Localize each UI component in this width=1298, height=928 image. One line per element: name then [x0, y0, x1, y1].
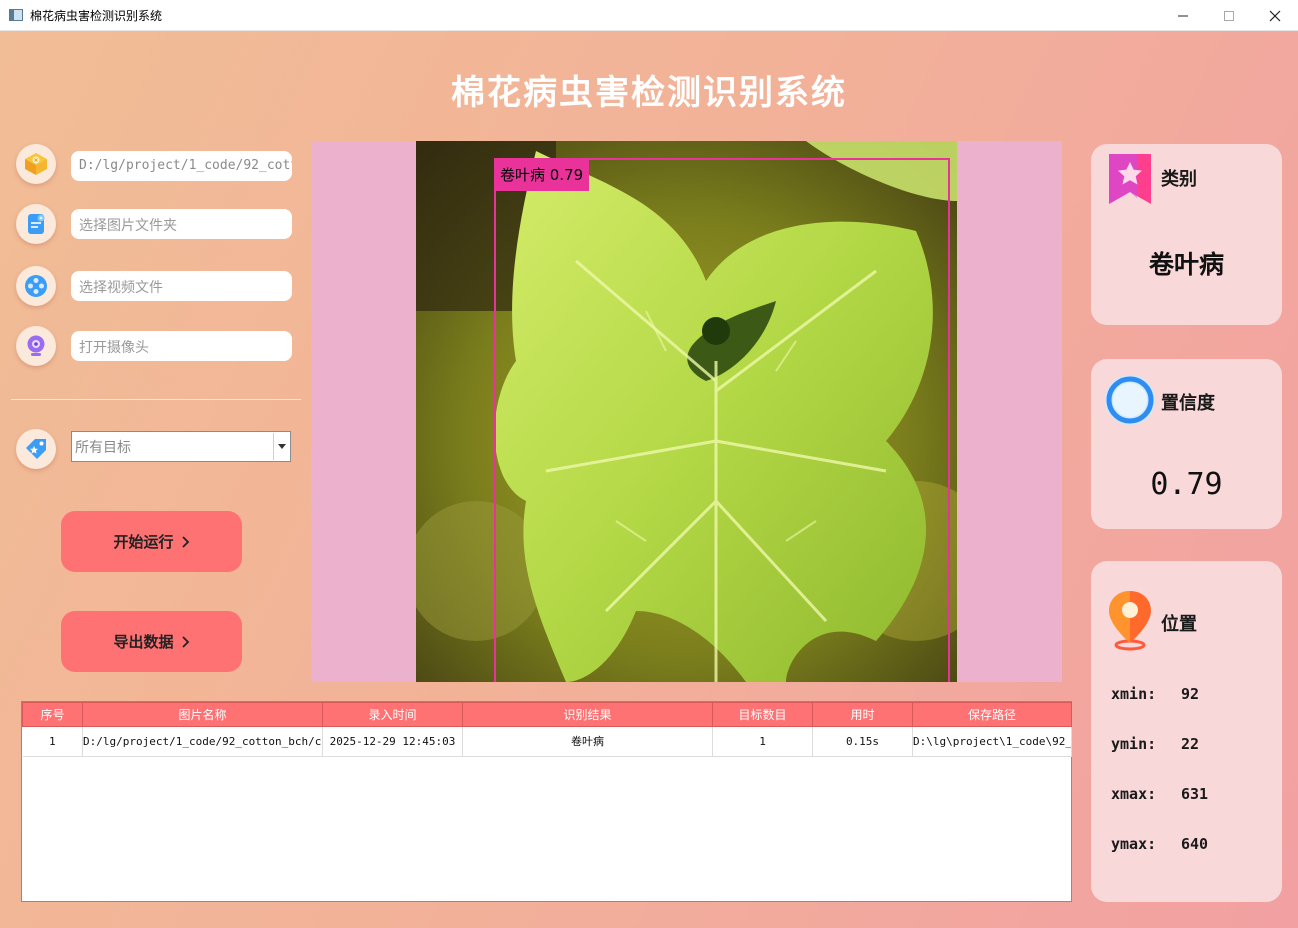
detection-label: 卷叶病 0.79 [494, 160, 590, 191]
class-card: 类别 卷叶病 [1091, 144, 1282, 325]
cell-duration[interactable]: 0.15s [812, 726, 913, 757]
target-select[interactable]: 所有目标 [71, 431, 291, 462]
confidence-card: 置信度 0.79 [1091, 359, 1282, 529]
divider [11, 399, 301, 400]
xmin-label: xmin: [1111, 685, 1157, 703]
position-title: 位置 [1161, 614, 1197, 635]
video-icon[interactable] [16, 266, 56, 306]
folder-icon[interactable] [16, 204, 56, 244]
chevron-right-icon [181, 535, 189, 548]
camera-input[interactable]: 打开摄像头 [71, 331, 292, 361]
image-file-icon[interactable] [16, 144, 56, 184]
image-path-input[interactable]: D:/lg/project/1_code/92_cotton_bch/code/… [71, 151, 292, 181]
column-header-count[interactable]: 目标数目 [712, 702, 813, 727]
cell-save-path-text: D:\lg\project\1_code\92_c… [913, 735, 1071, 748]
target-tag-icon [16, 429, 56, 469]
cell-image-name-text: D:/lg/project/1_code/92_cotton_bch/code/… [83, 735, 322, 748]
xmax-row: xmax: 631 [1111, 785, 1208, 803]
cell-time[interactable]: 2025-12-29 12:45:03 [322, 726, 463, 757]
window-titlebar: 棉花病虫害检测识别系统 [0, 0, 1298, 31]
close-icon [1269, 10, 1281, 21]
column-header-image-name[interactable]: 图片名称 [82, 702, 323, 727]
class-value: 卷叶病 [1148, 250, 1224, 279]
confidence-title: 置信度 [1161, 393, 1215, 414]
main-window: 棉花病虫害检测识别系统 D:/lg/project/1_code/92_cott… [0, 31, 1298, 928]
page-title: 棉花病虫害检测识别系统 [451, 73, 847, 113]
xmin-row: xmin: 92 [1111, 685, 1199, 703]
start-run-label: 开始运行 [113, 533, 174, 551]
ymin-label: ymin: [1111, 735, 1157, 753]
xmax-value: 631 [1181, 785, 1209, 803]
video-input[interactable]: 选择视频文件 [71, 271, 292, 301]
chevron-right-icon [181, 635, 189, 648]
minimize-icon [1178, 15, 1188, 16]
ymax-label: ymax: [1111, 835, 1157, 853]
cell-result[interactable]: 卷叶病 [462, 726, 713, 757]
folder-input[interactable]: 选择图片文件夹 [71, 209, 292, 239]
results-table[interactable]: 序号 图片名称 录入时间 识别结果 目标数目 用时 保存路径 1 D:/lg/p… [21, 701, 1072, 902]
table-header-row: 序号 图片名称 录入时间 识别结果 目标数目 用时 保存路径 [22, 702, 1072, 727]
camera-icon[interactable] [16, 326, 56, 366]
chevron-down-icon[interactable] [273, 433, 289, 460]
export-data-button[interactable]: 导出数据 [61, 611, 242, 672]
class-title: 类别 [1161, 169, 1197, 190]
confidence-icon [1105, 375, 1155, 425]
column-header-time[interactable]: 录入时间 [322, 702, 463, 727]
cell-image-name[interactable]: D:/lg/project/1_code/92_cotton_bch/code/… [82, 726, 323, 757]
column-header-save-path[interactable]: 保存路径 [912, 702, 1072, 727]
confidence-value: 0.79 [1150, 467, 1223, 502]
ymax-row: ymax: 640 [1111, 835, 1208, 853]
minimize-button[interactable] [1160, 0, 1206, 31]
target-select-value: 所有目标 [75, 440, 131, 456]
cell-save-path[interactable]: D:\lg\project\1_code\92_c… [912, 726, 1072, 757]
detection-image-panel: 卷叶病 0.79 [311, 141, 1062, 682]
export-data-label: 导出数据 [113, 633, 174, 651]
detection-bounding-box [494, 158, 950, 682]
start-run-button[interactable]: 开始运行 [61, 511, 242, 572]
cell-index[interactable]: 1 [22, 726, 83, 757]
bookmark-star-icon [1109, 154, 1151, 204]
app-icon [9, 9, 23, 21]
cell-count[interactable]: 1 [712, 726, 813, 757]
column-header-index[interactable]: 序号 [22, 702, 83, 727]
close-button[interactable] [1252, 0, 1298, 31]
maximize-button[interactable] [1206, 0, 1252, 31]
column-header-duration[interactable]: 用时 [812, 702, 913, 727]
location-pin-icon [1109, 591, 1151, 651]
ymax-value: 640 [1181, 835, 1209, 853]
position-card: 位置 xmin: 92 ymin: 22 xmax: 631 ymax: 640 [1091, 561, 1282, 902]
xmin-value: 92 [1181, 685, 1200, 703]
ymin-row: ymin: 22 [1111, 735, 1199, 753]
table-row[interactable]: 1 D:/lg/project/1_code/92_cotton_bch/cod… [22, 726, 1072, 757]
column-header-result[interactable]: 识别结果 [462, 702, 713, 727]
xmax-label: xmax: [1111, 785, 1157, 803]
maximize-icon [1224, 10, 1234, 21]
window-title: 棉花病虫害检测识别系统 [30, 9, 163, 23]
ymin-value: 22 [1181, 735, 1200, 753]
